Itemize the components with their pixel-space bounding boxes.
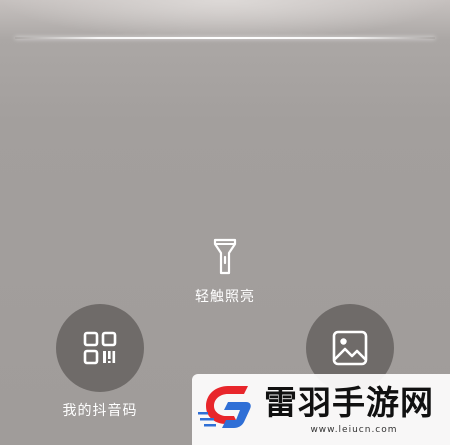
camera-glow (0, 0, 450, 40)
watermark-title: 雷羽手游网 (264, 383, 434, 422)
scan-screen: 轻触照亮 我的抖音码 雷羽手游网 www.leiucn.com (0, 0, 450, 445)
torch-label: 轻触照亮 (195, 289, 255, 305)
scan-line (15, 37, 435, 39)
flashlight-icon (213, 238, 237, 275)
image-icon (332, 330, 368, 366)
site-watermark: 雷羽手游网 www.leiucn.com (192, 374, 450, 445)
my-qr-code-label: 我的抖音码 (62, 403, 138, 419)
watermark-url: www.leiucn.com (310, 425, 398, 435)
torch-toggle[interactable]: 轻触照亮 (175, 238, 275, 310)
leiyu-logo-icon (198, 386, 251, 428)
my-qr-code-button[interactable] (56, 304, 144, 392)
qr-code-icon (83, 331, 117, 365)
